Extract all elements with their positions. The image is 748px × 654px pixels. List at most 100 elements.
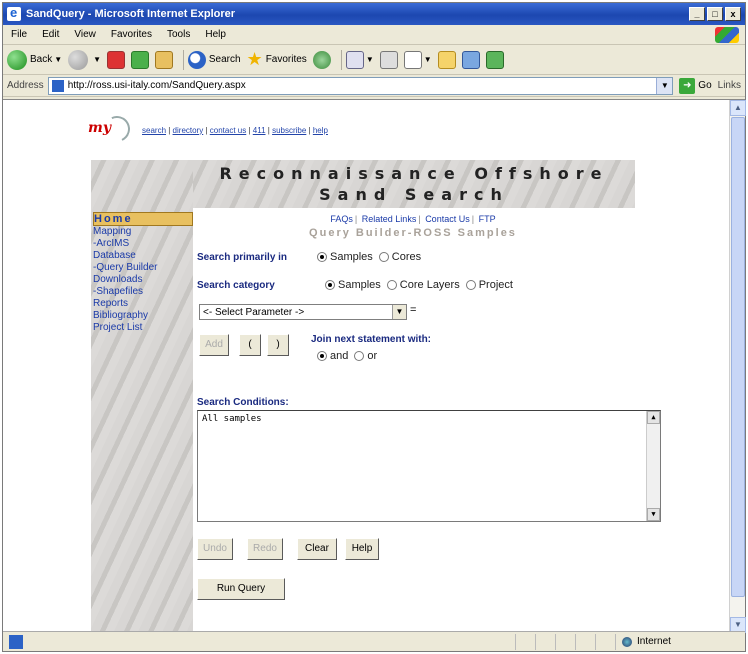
sidebar-item-reports[interactable]: Reports bbox=[93, 298, 193, 310]
radio-join-or[interactable]: or bbox=[354, 350, 377, 362]
scroll-up-icon[interactable]: ▲ bbox=[730, 100, 746, 116]
history-icon bbox=[312, 50, 331, 69]
sidebar-item-home[interactable]: Home bbox=[93, 212, 193, 226]
link-faqs[interactable]: FAQs bbox=[330, 214, 353, 224]
menu-bar: File Edit View Favorites Tools Help bbox=[3, 25, 745, 45]
radio-label: and bbox=[330, 350, 349, 362]
menu-view[interactable]: View bbox=[74, 29, 96, 40]
add-button[interactable]: Add bbox=[199, 334, 229, 356]
back-button[interactable]: Back ▼ bbox=[7, 49, 63, 70]
sidebar-item-database[interactable]: Database bbox=[93, 250, 193, 262]
close-button[interactable]: x bbox=[725, 7, 741, 21]
stop-button[interactable] bbox=[107, 50, 126, 69]
textarea-scrollbar[interactable]: ▲ ▼ bbox=[646, 411, 660, 521]
chevron-down-icon: ▼ bbox=[365, 55, 374, 64]
banner-title-line1: Reconnaissance Offshore bbox=[219, 164, 609, 183]
link-contact-us[interactable]: contact us bbox=[210, 126, 246, 135]
edit-icon bbox=[403, 50, 422, 69]
refresh-button[interactable] bbox=[131, 50, 150, 69]
forward-button[interactable]: ▼ bbox=[68, 49, 101, 70]
sidebar-item-mapping[interactable]: Mapping bbox=[93, 226, 193, 238]
address-dropdown-icon[interactable]: ▼ bbox=[656, 77, 673, 94]
radio-dot bbox=[386, 280, 397, 290]
logo-arc-icon bbox=[100, 112, 134, 146]
radio-label: Core Layers bbox=[399, 279, 460, 291]
link-411[interactable]: 411 bbox=[253, 126, 266, 135]
toolbar-divider bbox=[183, 49, 185, 70]
close-paren-button[interactable]: ) bbox=[267, 334, 289, 356]
link-ftp[interactable]: FTP bbox=[479, 214, 496, 224]
sidebar-item-project-list[interactable]: Project List bbox=[93, 322, 193, 334]
edit-button[interactable]: ▼ bbox=[403, 50, 432, 69]
browser-window: SandQuery - Microsoft Internet Explorer … bbox=[2, 2, 746, 652]
undo-button[interactable]: Undo bbox=[197, 538, 233, 560]
menu-tools[interactable]: Tools bbox=[167, 29, 190, 40]
radio-category-project[interactable]: Project bbox=[465, 279, 513, 291]
site-header-row: my search | directory | contact us | 411… bbox=[88, 112, 328, 146]
web-page: my search | directory | contact us | 411… bbox=[3, 100, 728, 634]
page-icon bbox=[51, 79, 64, 92]
chevron-down-icon: ▼ bbox=[423, 55, 432, 64]
link-directory[interactable]: directory bbox=[173, 126, 204, 135]
radio-dot bbox=[317, 252, 327, 262]
go-label: Go bbox=[698, 80, 712, 91]
maximize-button[interactable]: □ bbox=[707, 7, 723, 21]
mail-button[interactable]: ▼ bbox=[345, 50, 374, 69]
page-scrollbar[interactable]: ▲ ▼ bbox=[729, 100, 746, 633]
sidebar-item-downloads[interactable]: Downloads bbox=[93, 274, 193, 286]
history-button[interactable] bbox=[312, 50, 331, 69]
chevron-down-icon[interactable]: ▼ bbox=[392, 305, 406, 319]
radio-primary-samples[interactable]: Samples bbox=[317, 251, 373, 263]
discuss-button[interactable] bbox=[461, 50, 480, 69]
radio-category-core-layers[interactable]: Core Layers bbox=[386, 279, 460, 291]
redo-button[interactable]: Redo bbox=[247, 538, 283, 560]
back-arrow-icon bbox=[7, 49, 27, 70]
scroll-thumb[interactable] bbox=[731, 117, 745, 597]
sidebar-item-query-builder[interactable]: -Query Builder bbox=[93, 262, 193, 274]
radio-category-samples[interactable]: Samples bbox=[325, 279, 381, 291]
link-related-links[interactable]: Related Links bbox=[362, 214, 417, 224]
go-button[interactable]: ➜ Go bbox=[679, 77, 712, 94]
menu-favorites[interactable]: Favorites bbox=[111, 29, 152, 40]
radio-dot bbox=[465, 280, 476, 290]
radio-label: or bbox=[367, 350, 378, 362]
forward-arrow-icon bbox=[68, 49, 89, 70]
address-input[interactable]: http://ross.usi-italy.com/SandQuery.aspx… bbox=[47, 76, 674, 95]
search-button[interactable]: Search bbox=[188, 50, 241, 69]
clear-button[interactable]: Clear bbox=[297, 538, 337, 560]
menu-help[interactable]: Help bbox=[205, 29, 226, 40]
link-search[interactable]: search bbox=[142, 126, 166, 135]
menu-file[interactable]: File bbox=[11, 29, 27, 40]
go-arrow-icon: ➜ bbox=[679, 77, 696, 94]
folder-button[interactable] bbox=[437, 50, 456, 69]
link-contact-us-sub[interactable]: Contact Us bbox=[425, 214, 470, 224]
search-icon bbox=[188, 50, 207, 69]
search-conditions-textarea[interactable]: All samples ▲ ▼ bbox=[197, 410, 661, 522]
scroll-down-icon[interactable]: ▼ bbox=[647, 508, 660, 521]
chevron-down-icon: ▼ bbox=[54, 55, 63, 64]
link-help[interactable]: help bbox=[313, 126, 328, 135]
menu-edit[interactable]: Edit bbox=[42, 29, 59, 40]
radio-primary-cores[interactable]: Cores bbox=[378, 251, 421, 263]
messenger-button[interactable] bbox=[485, 50, 504, 69]
zone-label: Internet bbox=[637, 636, 671, 647]
run-query-button[interactable]: Run Query bbox=[197, 578, 285, 600]
minimize-button[interactable]: _ bbox=[689, 7, 705, 21]
sidebar-item-bibliography[interactable]: Bibliography bbox=[93, 310, 193, 322]
home-button[interactable] bbox=[155, 50, 174, 69]
parameter-select[interactable]: <- Select Parameter -> ▼ bbox=[199, 304, 407, 320]
help-button[interactable]: Help bbox=[345, 538, 379, 560]
radio-join-and[interactable]: and bbox=[317, 350, 348, 362]
print-button[interactable] bbox=[379, 50, 398, 69]
links-button[interactable]: Links bbox=[718, 80, 741, 91]
sidebar-item-arcims[interactable]: -ArcIMS bbox=[93, 238, 193, 250]
globe-icon bbox=[622, 636, 632, 647]
favorites-button[interactable]: ★ Favorites bbox=[247, 49, 307, 70]
status-cell bbox=[595, 633, 615, 650]
radio-dot bbox=[325, 280, 335, 290]
radio-label: Samples bbox=[330, 251, 373, 263]
link-subscribe[interactable]: subscribe bbox=[272, 126, 306, 135]
scroll-up-icon[interactable]: ▲ bbox=[647, 411, 660, 424]
open-paren-button[interactable]: ( bbox=[239, 334, 261, 356]
sidebar-item-shapefiles[interactable]: -Shapefiles bbox=[93, 286, 193, 298]
